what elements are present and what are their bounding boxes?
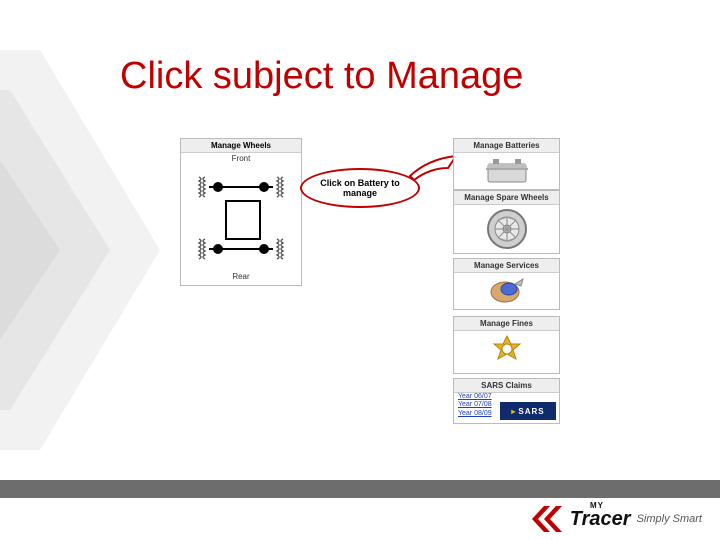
content-area: Manage Wheels Front Rear Click [170,130,570,470]
card-manage-fines[interactable]: Manage Fines [453,316,560,374]
card-batteries-header: Manage Batteries [454,139,559,153]
brand-chevron-icon [530,504,564,534]
card-services-header: Manage Services [454,259,559,273]
sars-logo: ▸SARS [500,402,556,420]
brand-name: Tracer [570,508,631,531]
footer-bar [0,480,720,498]
panel-wheels-rear-label: Rear [181,270,301,285]
bg-chevron-decor [0,50,180,450]
panel-wheels-header: Manage Wheels [181,139,301,153]
panel-manage-wheels[interactable]: Manage Wheels Front Rear [180,138,302,286]
wheel-diagram [191,168,291,268]
services-icon [454,273,559,309]
card-sars-header: SARS Claims [454,379,559,393]
card-manage-spare-wheels[interactable]: Manage Spare Wheels [453,190,560,254]
brand-block: Tracer Simply Smart [530,504,702,534]
brand-tagline: Simply Smart [637,513,702,525]
card-sars-claims[interactable]: SARS Claims Year 06/07 Year 07/08 Year 0… [453,378,560,424]
sars-link-0[interactable]: Year 06/07 [458,393,559,401]
callout-text: Click on Battery to manage [300,168,420,208]
card-spare-header: Manage Spare Wheels [454,191,559,205]
slide-stage: Click subject to Manage Manage Wheels Fr… [0,0,720,540]
slide-title: Click subject to Manage [120,55,523,98]
card-manage-services[interactable]: Manage Services [453,258,560,310]
card-manage-batteries[interactable]: Manage Batteries [453,138,560,190]
wheel-icon [454,205,559,253]
battery-icon [454,153,559,189]
card-fines-header: Manage Fines [454,317,559,331]
panel-wheels-front-label: Front [181,153,301,166]
callout-battery: Click on Battery to manage [300,160,450,216]
badge-icon [454,331,559,373]
